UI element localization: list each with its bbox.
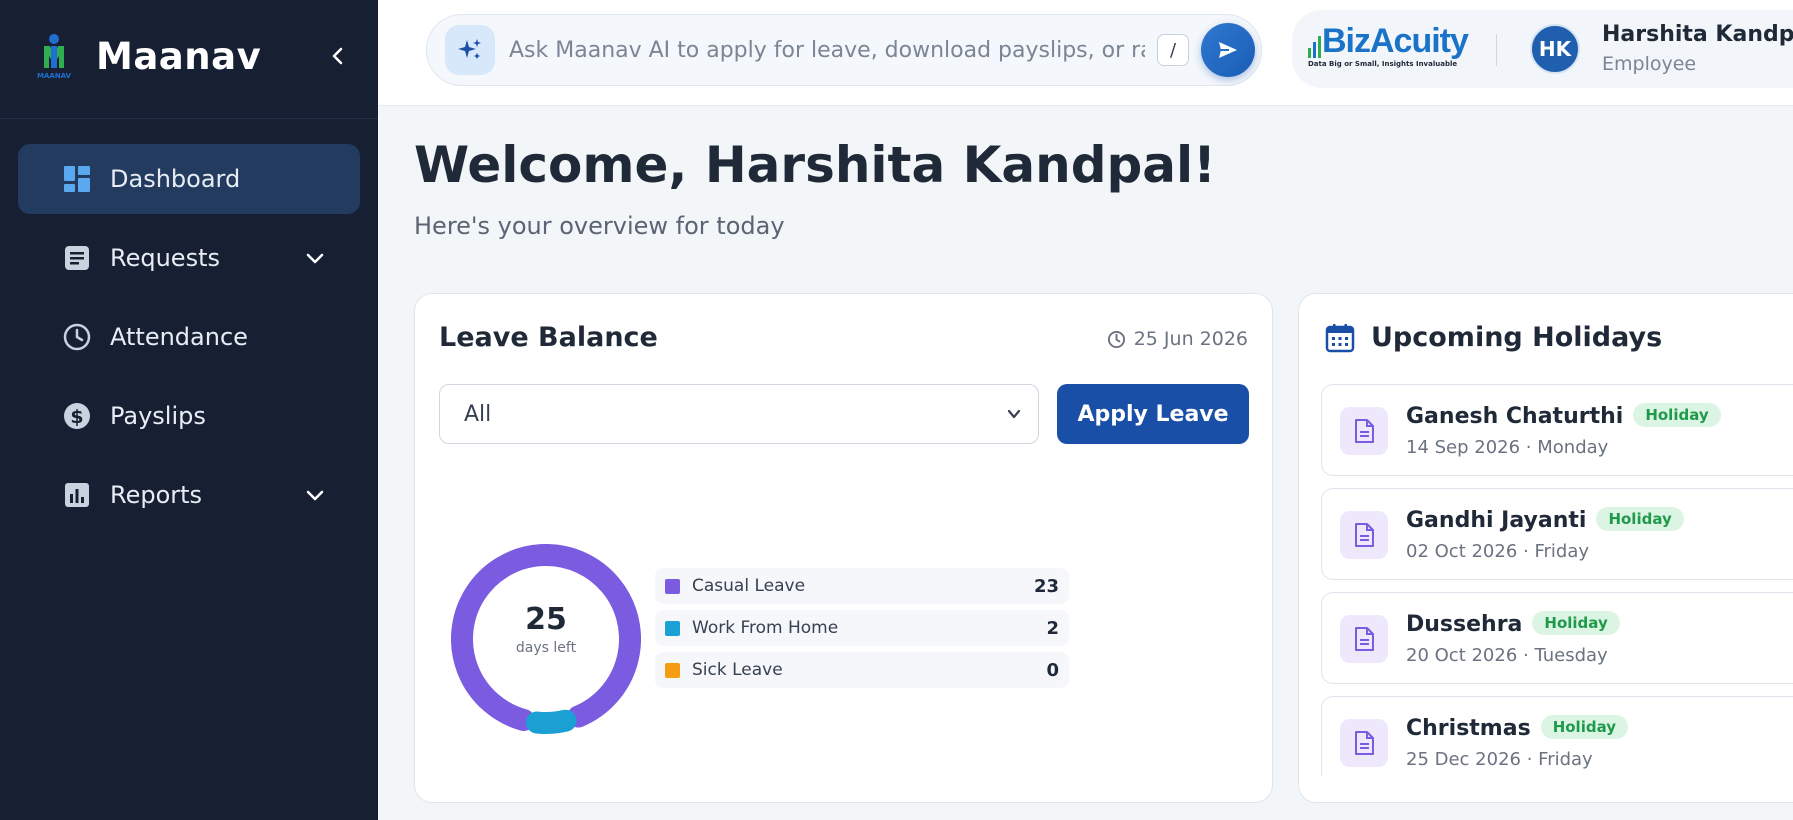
svg-text:$: $ [70,406,83,428]
clock-icon [62,322,92,352]
ai-search-bar: / [426,14,1262,86]
document-icon [1340,719,1388,767]
brand: MAANAV Maanav [32,28,362,84]
bar-chart-icon [62,480,92,510]
sidebar-item-payslips[interactable]: $ Payslips [18,381,360,451]
upcoming-holidays-card: Upcoming Holidays Ganesh Chaturthi Holida… [1298,293,1793,803]
app-name: Maanav [96,34,262,78]
document-icon [1340,407,1388,455]
donut-segment-casual-leave [451,544,641,731]
chevron-left-icon [332,47,343,65]
holidays-list[interactable]: Ganesh Chaturthi Holiday 14 Sep 2026 · Mo… [1321,384,1793,776]
holiday-item: Dussehra Holiday 20 Oct 2026 · Tuesday [1321,592,1793,684]
company-logo: BizAcuity Data Big or Small, Insights In… [1308,22,1469,70]
chevron-down-icon [1007,409,1021,419]
sidebar-item-dashboard[interactable]: Dashboard [18,144,360,214]
dashboard-icon [62,164,92,194]
holiday-date: 20 Oct 2026 · Tuesday [1406,645,1608,666]
holiday-name: Christmas [1406,716,1531,741]
user-name: Harshita Kandpal [1602,22,1793,47]
leave-balance-title: Leave Balance [439,322,658,353]
calendar-icon [1325,323,1355,352]
profile-area: BizAcuity Data Big or Small, Insights In… [1292,10,1793,88]
select-value: All [464,401,492,427]
legend-swatch [665,662,680,678]
dollar-icon: $ [62,401,92,431]
legend-row-work-from-home: Work From Home 2 [655,610,1069,646]
legend-label: Casual Leave [692,576,806,596]
sidebar-item-reports[interactable]: Reports [18,460,360,530]
holidays-header: Upcoming Holidays [1325,322,1662,353]
leave-legend: Casual Leave 23 Work From Home 2 Sick Le… [655,568,1069,694]
send-button[interactable] [1201,23,1255,77]
document-icon [1340,511,1388,559]
total-days-left: 25 [525,602,567,637]
apply-leave-button[interactable]: Apply Leave [1057,384,1249,444]
date-badge: 25 Jun 2026 [1107,328,1248,350]
legend-row-sick-leave: Sick Leave 0 [655,652,1069,688]
legend-value: 0 [1046,659,1059,681]
holiday-badge: Holiday [1633,403,1721,427]
topbar: / BizAcuity Data Big or Small, Insights … [378,0,1793,106]
chevron-down-icon[interactable] [304,247,326,269]
shortcut-key-hint: / [1157,34,1189,66]
document-icon [62,243,92,273]
holiday-name: Ganesh Chaturthi [1406,404,1624,429]
legend-value: 23 [1033,575,1059,597]
holiday-date: 25 Dec 2026 · Friday [1406,749,1593,770]
page-title: Welcome, Harshita Kandpal! [414,136,1216,194]
leave-donut-chart: 25 days left [451,544,641,734]
company-name: BizAcuity [1322,22,1469,60]
sidebar-item-attendance[interactable]: Attendance [18,302,360,372]
search-input[interactable] [509,37,1145,63]
company-tagline: Data Big or Small, Insights Invaluable [1308,60,1458,68]
sidebar: MAANAV Maanav Dashboard Requests Attenda… [0,0,378,820]
legend-label: Sick Leave [692,660,783,680]
legend-value: 2 [1046,617,1059,639]
sidebar-item-requests[interactable]: Requests [18,223,360,293]
holiday-item: Christmas Holiday 25 Dec 2026 · Friday [1321,696,1793,776]
divider [1496,34,1497,66]
leave-type-select[interactable]: All [439,384,1039,444]
holiday-badge: Holiday [1532,611,1620,635]
holiday-name: Gandhi Jayanti [1406,508,1587,533]
logo-caption: MAANAV [37,72,72,80]
maanav-logo: MAANAV [32,32,76,80]
holiday-date: 14 Sep 2026 · Monday [1406,437,1609,458]
holiday-badge: Holiday [1596,507,1684,531]
sidebar-item-label: Payslips [110,402,206,430]
legend-swatch [665,578,680,594]
sidebar-item-label: Attendance [110,323,248,351]
sidebar-divider [0,118,378,119]
user-role: Employee [1602,53,1697,75]
avatar[interactable]: HK [1530,24,1580,74]
sidebar-item-label: Requests [110,244,220,272]
page-subtitle: Here's your overview for today [414,212,785,240]
holiday-name: Dussehra [1406,612,1523,637]
holiday-badge: Holiday [1540,715,1629,739]
leave-balance-date: 25 Jun 2026 [1133,328,1248,350]
legend-row-casual-leave: Casual Leave 23 [655,568,1069,604]
sidebar-item-label: Reports [110,481,203,509]
legend-swatch [665,620,680,636]
sparkle-icon [445,25,495,75]
donut-segment-work-from-home [525,709,577,734]
holiday-date: 02 Oct 2026 · Friday [1406,541,1589,562]
chevron-down-icon[interactable] [304,484,326,506]
leave-balance-card: Leave Balance 25 Jun 2026 All Apply Leav… [414,293,1273,803]
legend-label: Work From Home [692,618,839,638]
collapse-sidebar-button[interactable] [322,40,354,72]
sidebar-item-label: Dashboard [110,165,241,193]
clock-icon [1107,330,1125,348]
sidebar-nav: Dashboard Requests Attendance $ Payslips [18,144,360,539]
holiday-item: Ganesh Chaturthi Holiday 14 Sep 2026 · Mo… [1321,384,1793,476]
days-left-caption: days left [515,640,577,656]
holiday-item: Gandhi Jayanti Holiday 02 Oct 2026 · Frid… [1321,488,1793,580]
document-icon [1340,615,1388,663]
holidays-title: Upcoming Holidays [1371,322,1663,353]
send-icon [1219,42,1237,58]
